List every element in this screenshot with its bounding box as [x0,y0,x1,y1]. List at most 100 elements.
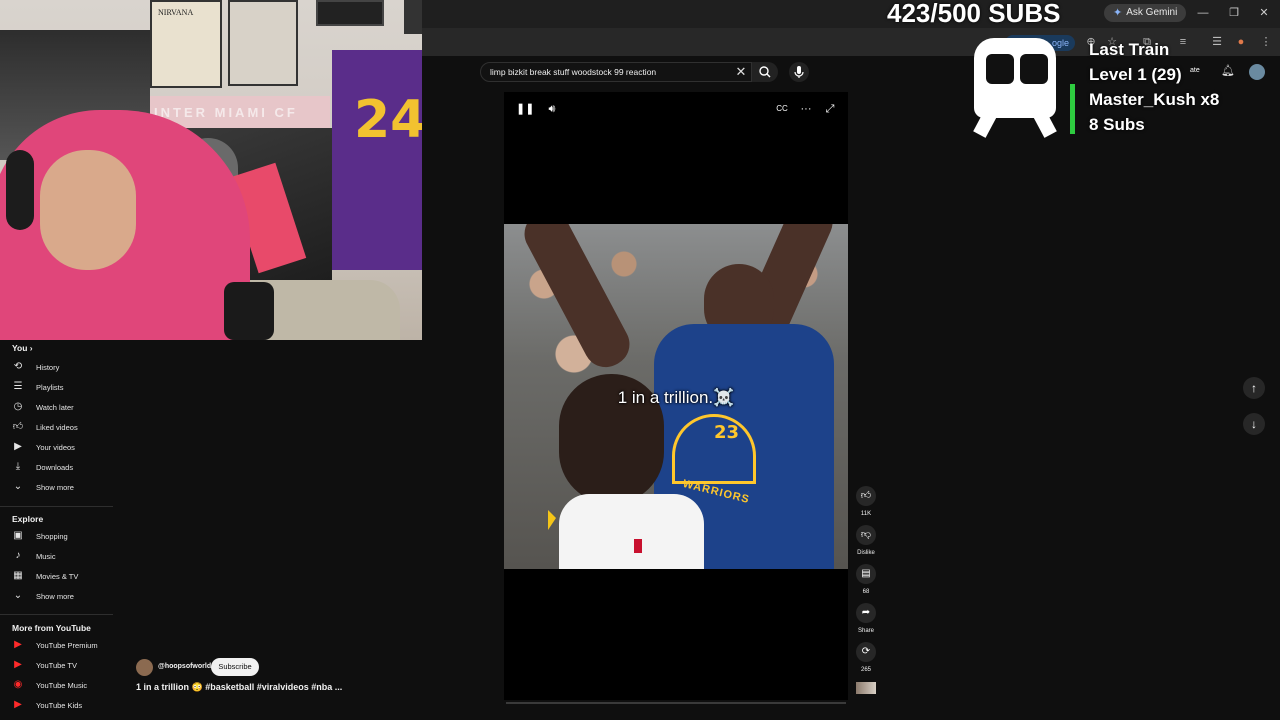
search-button[interactable] [752,62,778,82]
like-button[interactable]: 👍︎ [856,486,876,506]
voice-search-button[interactable] [789,62,809,82]
train-window [986,54,1014,84]
reading-list-icon[interactable]: ☰ [1210,35,1224,49]
previous-short-button[interactable]: ↑ [1243,377,1265,399]
sidebar-item-label: YouTube TV [36,660,78,670]
sidebar-item-history[interactable]: ⟲ History [0,357,120,377]
sidebar-item-liked-videos[interactable]: 👍︎ Liked videos [0,417,120,437]
create-button-label[interactable]: ate [1190,67,1200,74]
chevron-down-icon: ⌄ [13,590,23,601]
media-control-icon[interactable]: ≡ [1176,35,1190,49]
sound-thumbnail[interactable] [856,682,876,694]
sidebar-item-show-more[interactable]: ⌄ Show more [0,477,120,497]
channel-avatar[interactable] [136,659,153,676]
short-title[interactable]: 1 in a trillion 😳 #basketball #viralvide… [136,682,342,693]
next-short-button[interactable]: ↓ [1243,413,1265,435]
chevron-down-icon: ⌄ [13,481,23,492]
youtube-music-icon: ◉ [13,679,23,690]
account-avatar[interactable] [1249,64,1265,80]
wall-poster [228,0,298,86]
sidebar-item-playlists[interactable]: ☰ Playlists [0,377,120,397]
clock-icon: ◷ [13,401,23,412]
share-button[interactable]: ➦ [856,603,876,623]
thumbs-up-icon: 👍︎ [12,421,24,432]
wall-poster-smiley [316,0,384,26]
sidebar-item-youtube-tv[interactable]: ▶ YouTube TV [0,655,120,675]
wall-poster-edge [404,0,422,34]
thumbs-down-icon: 👎︎ [860,529,872,540]
train-icon [972,38,1058,138]
thumbs-up-icon: 👍︎ [860,490,872,501]
remix-icon: ⟳ [861,646,871,657]
sidebar-item-label: Show more [36,482,74,492]
pause-icon[interactable]: ❚❚ [516,102,534,116]
profile-icon[interactable]: ● [1234,35,1248,49]
comments-button[interactable]: ▤ [856,564,876,584]
train-progress-bar [1070,84,1075,134]
sidebar-item-youtube-music[interactable]: ◉ YouTube Music [0,675,120,695]
sidebar-item-label: Show more [36,591,74,601]
sidebar-item-label: YouTube Music [36,680,88,690]
sidebar-you-heading[interactable]: You › [12,343,33,353]
volume-icon[interactable]: 🔊︎ [545,102,559,116]
sidebar-more-heading: More from YouTube [12,623,91,633]
more-options-icon[interactable]: ··· [799,102,813,116]
train-title: Last Train [1089,40,1170,59]
sidebar: You › ⟲ History ☰ Playlists ◷ Watch later 👍︎ Li… [0,340,130,720]
close-window-icon[interactable]: ✕ [1254,4,1274,22]
gemini-spark-icon: ✦ [1113,7,1123,19]
mouse-cursor-icon [548,510,556,530]
ask-gemini-button[interactable]: ✦ Ask Gemini [1104,4,1187,22]
shopping-bag-icon: ▣ [13,530,23,541]
youtube-premium-icon: ▶ [14,639,22,650]
sidebar-item-label: Playlists [36,382,64,392]
sidebar-item-music[interactable]: ♪ Music [0,546,120,566]
dislike-label: Dislike [857,550,875,556]
sidebar-item-shopping[interactable]: ▣ Shopping [0,526,120,546]
restore-icon[interactable]: ❐ [1224,4,1244,22]
subscribe-button[interactable]: Subscribe [211,658,259,676]
foreground-player-shirt [559,494,704,569]
search-query: limp bizkit break stuff woodstock 99 rea… [490,67,657,77]
sidebar-item-show-more[interactable]: ⌄ Show more [0,586,120,606]
train-user: Master_Kush x8 [1089,90,1220,109]
sidebar-item-your-videos[interactable]: ▶ Your videos [0,437,120,457]
clear-search-icon[interactable]: ✕ [734,65,748,79]
headset [6,150,34,230]
sidebar-divider [0,614,113,615]
nirvana-poster: NIRVANA [150,0,222,88]
ask-gemini-label: Ask Gemini [1126,7,1178,18]
sidebar-item-movies-tv[interactable]: ▦ Movies & TV [0,566,120,586]
search-input[interactable]: limp bizkit break stuff woodstock 99 rea… [480,62,752,82]
notifications-bell-icon[interactable]: 🔔︎ [1221,64,1235,78]
sidebar-item-youtube-kids[interactable]: ▶ YouTube Kids [0,695,120,715]
remix-button[interactable]: ⟳ [856,642,876,662]
share-icon: ➦ [861,607,871,618]
sidebar-item-label: Movies & TV [36,571,79,581]
train-body [974,38,1056,118]
sidebar-item-watch-later[interactable]: ◷ Watch later [0,397,120,417]
like-count: 11K [860,511,872,517]
sidebar-explore-heading: Explore [12,514,44,524]
youtube-kids-icon: ▶ [14,699,22,710]
sidebar-item-label: YouTube Premium [36,640,98,650]
sidebar-item-label: History [36,362,60,372]
sidebar-item-youtube-premium[interactable]: ▶ YouTube Premium [0,635,120,655]
sidebar-item-label: Liked videos [36,422,78,432]
video-progress-bar[interactable] [506,702,846,704]
sidebar-item-downloads[interactable]: ⤓ Downloads [0,457,120,477]
fullscreen-icon[interactable]: ⤢ [823,102,837,116]
search-icon [759,66,771,78]
microphone-icon [794,66,804,78]
channel-handle[interactable]: @hoopsofworld [158,663,211,670]
train-subs: 8 Subs [1089,115,1145,134]
arrow-up-icon: ↑ [1251,381,1257,395]
sidebar-item-label: Your videos [36,442,75,452]
inter-miami-banner-text: INTER MIAMI CF [154,105,298,120]
captions-icon[interactable]: CC [775,102,789,116]
subs-goal-counter: 423/500 SUBS [887,0,1061,28]
minimize-icon[interactable]: — [1193,4,1213,22]
film-icon: ▦ [13,570,23,581]
browser-menu-icon[interactable]: ⋮ [1259,35,1273,49]
dislike-button[interactable]: 👎︎ [856,525,876,545]
